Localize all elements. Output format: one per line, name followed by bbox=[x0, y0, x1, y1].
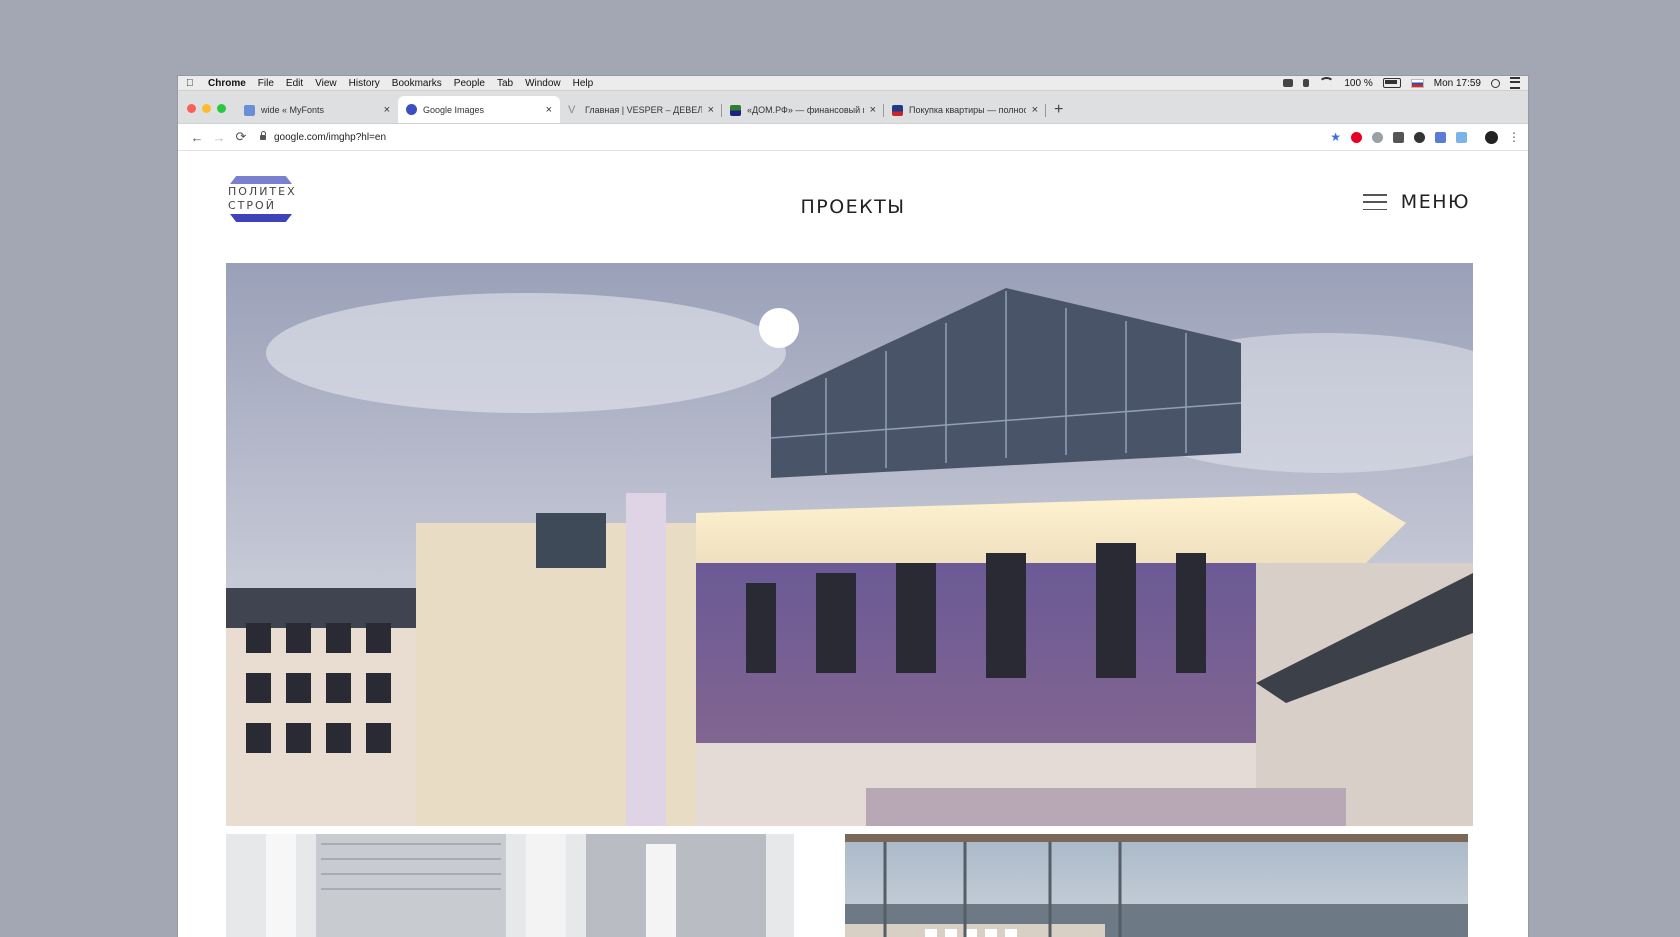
menubar-status: 100 % Mon 17:59 bbox=[1283, 77, 1520, 89]
menu-tab[interactable]: Tab bbox=[497, 78, 513, 89]
hamburger-icon[interactable] bbox=[1362, 194, 1387, 210]
new-tab-button[interactable]: + bbox=[1054, 97, 1063, 123]
gear-extension-icon[interactable] bbox=[1372, 131, 1383, 143]
input-source-flag-icon[interactable] bbox=[1410, 78, 1424, 88]
menubar-clock[interactable]: Mon 17:59 bbox=[1434, 78, 1481, 89]
menu-view[interactable]: View bbox=[315, 78, 337, 89]
profile-avatar[interactable] bbox=[1485, 130, 1498, 144]
zoom-window-button[interactable] bbox=[217, 103, 226, 113]
tab-domrf[interactable]: «ДОМ.РФ» — финансовый и × bbox=[722, 97, 884, 123]
spotlight-icon[interactable] bbox=[1491, 78, 1500, 88]
screen-icon[interactable] bbox=[1283, 79, 1294, 87]
project-thumbnail-1[interactable] bbox=[226, 834, 794, 937]
extension-icons: ★ ⋮ bbox=[1330, 130, 1520, 144]
extension-badge-icon[interactable] bbox=[1393, 131, 1404, 143]
minimize-window-button[interactable] bbox=[202, 103, 211, 113]
white-facade-photo bbox=[226, 834, 794, 937]
bookmark-star-icon[interactable]: ★ bbox=[1330, 130, 1341, 144]
webpage: ПОЛИТЕХ СТРОЙ ПРОЕКТЫ МЕНЮ bbox=[178, 151, 1528, 937]
calendar-extension-icon[interactable] bbox=[1435, 131, 1446, 143]
penthouse-view-photo bbox=[845, 834, 1468, 937]
battery-percent: 100 % bbox=[1344, 77, 1373, 89]
extension-dark-icon[interactable] bbox=[1414, 131, 1425, 143]
tab-apartment-purchase[interactable]: Покупка квартиры — полнос × bbox=[884, 97, 1046, 123]
menu-help[interactable]: Help bbox=[573, 78, 594, 89]
tab-title: Google Images bbox=[423, 104, 485, 115]
back-button[interactable]: ← bbox=[186, 130, 208, 145]
close-tab-icon[interactable]: × bbox=[546, 104, 552, 116]
close-tab-icon[interactable]: × bbox=[384, 104, 390, 116]
address-bar[interactable]: google.com/imghp?hl=en bbox=[260, 130, 1330, 143]
menu-app-chrome[interactable]: Chrome bbox=[208, 78, 246, 89]
myfonts-favicon-icon bbox=[244, 104, 255, 116]
menu-window[interactable]: Window bbox=[525, 78, 561, 89]
browser-toolbar: ← → ⟳ google.com/imghp?hl=en ★ ⋮ bbox=[178, 124, 1528, 151]
forward-button[interactable]: → bbox=[208, 130, 230, 145]
tab-strip: wide « MyFonts × Google Images × V Главн… bbox=[178, 91, 1528, 124]
page-title: ПРОЕКТЫ bbox=[800, 196, 906, 218]
browser-window:  Chrome File Edit View History Bookmark… bbox=[178, 76, 1528, 937]
pinterest-icon[interactable] bbox=[1351, 131, 1362, 143]
tab-vesper[interactable]: V Главная | VESPER – ДЕВЕЛОП × bbox=[560, 97, 722, 123]
hero-project-image[interactable] bbox=[226, 263, 1473, 826]
project-thumbnail-2[interactable] bbox=[845, 834, 1468, 937]
macos-menubar:  Chrome File Edit View History Bookmark… bbox=[178, 76, 1528, 91]
close-tab-icon[interactable]: × bbox=[870, 104, 876, 116]
lock-icon[interactable] bbox=[260, 130, 266, 140]
close-tab-icon[interactable]: × bbox=[1032, 104, 1038, 116]
wifi-icon[interactable] bbox=[1319, 77, 1335, 89]
window-extension-icon[interactable] bbox=[1456, 131, 1467, 143]
close-tab-icon[interactable]: × bbox=[708, 104, 714, 116]
bank-favicon-icon bbox=[892, 104, 903, 116]
menu-bookmarks[interactable]: Bookmarks bbox=[392, 78, 442, 89]
reload-button[interactable]: ⟳ bbox=[230, 129, 252, 145]
battery-icon[interactable] bbox=[1382, 78, 1401, 88]
domrf-favicon-icon bbox=[730, 104, 741, 116]
building-photo bbox=[226, 263, 1473, 826]
menu-file[interactable]: File bbox=[258, 78, 274, 89]
menu-button[interactable]: МЕНЮ bbox=[1362, 191, 1470, 213]
tab-title: Главная | VESPER – ДЕВЕЛОП bbox=[585, 105, 702, 115]
bluetooth-icon[interactable] bbox=[1303, 79, 1310, 87]
tab-myfonts[interactable]: wide « MyFonts × bbox=[236, 97, 398, 123]
tab-title: «ДОМ.РФ» — финансовый и bbox=[747, 105, 864, 115]
menu-history[interactable]: History bbox=[349, 78, 380, 89]
menu-edit[interactable]: Edit bbox=[286, 78, 303, 89]
logo-top-plate bbox=[230, 176, 292, 184]
apple-icon[interactable]:  bbox=[186, 78, 200, 89]
google-favicon-icon bbox=[406, 104, 417, 115]
menu-label[interactable]: МЕНЮ bbox=[1401, 191, 1470, 213]
notification-center-icon[interactable] bbox=[1510, 77, 1520, 89]
window-controls bbox=[178, 93, 236, 123]
tab-google-images[interactable]: Google Images × bbox=[398, 96, 560, 123]
chrome-menu-icon[interactable]: ⋮ bbox=[1508, 130, 1520, 144]
vesper-favicon-icon: V bbox=[568, 103, 576, 116]
address-text[interactable]: google.com/imghp?hl=en bbox=[274, 132, 386, 143]
tab-title: Покупка квартиры — полнос bbox=[909, 105, 1026, 115]
close-window-button[interactable] bbox=[187, 103, 196, 113]
tab-title: wide « MyFonts bbox=[261, 105, 325, 115]
menu-people[interactable]: People bbox=[454, 78, 485, 89]
